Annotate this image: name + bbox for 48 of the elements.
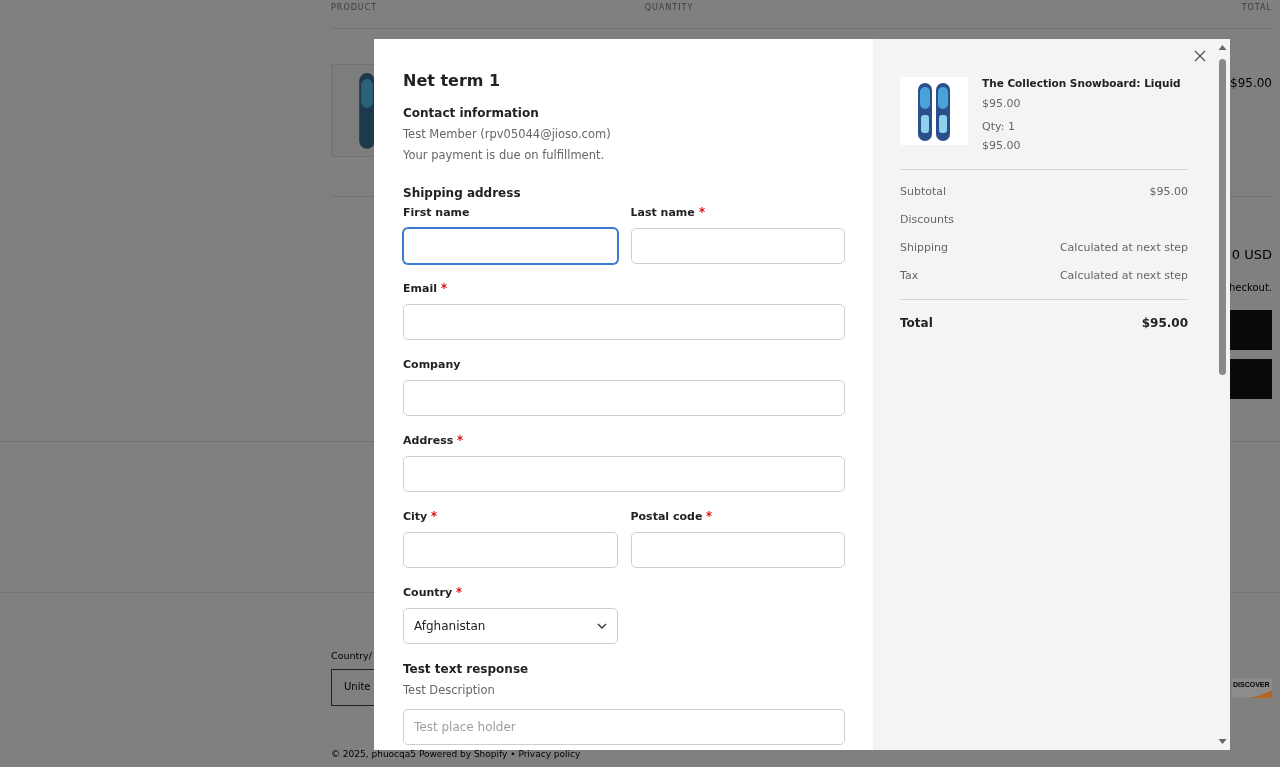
product-quantity: Qty: 1 — [982, 120, 1016, 133]
footer-text: © 2025, phuocqa5 Powered by Shopify • Privacy policy — [331, 749, 581, 759]
scrollbar[interactable] — [1215, 39, 1230, 750]
cart-total: 0 USD — [1231, 247, 1272, 262]
summary-value: Calculated at next step — [1059, 241, 1188, 256]
line-price: $95.00 — [1230, 76, 1272, 90]
payment-button[interactable] — [1230, 359, 1272, 399]
required-icon — [698, 207, 705, 213]
section-heading: Shipping address — [403, 186, 522, 200]
total-label: Total — [900, 316, 933, 330]
text-field[interactable] — [403, 228, 618, 264]
required-icon — [456, 587, 463, 593]
summary-label: Discounts — [900, 213, 955, 228]
required-icon — [431, 511, 438, 517]
contact-text: Your payment is due on fulfillment. — [403, 147, 606, 163]
field-label: Company — [403, 358, 461, 371]
field-label: City — [403, 510, 428, 523]
column-header: QUANTITY — [644, 3, 695, 14]
checkout-button[interactable] — [1230, 310, 1272, 350]
field-label: Last name — [630, 206, 695, 219]
column-header: PRODUCT — [331, 3, 379, 14]
summary-label: Shipping — [900, 241, 948, 256]
field-label: First name — [403, 206, 470, 219]
country-label: Country/ — [331, 650, 372, 661]
product-total: $95.00 — [982, 139, 1022, 152]
country-select[interactable]: Afghanistan — [403, 608, 618, 644]
field-label: Test text response — [403, 662, 530, 676]
field-label: Address — [403, 434, 454, 447]
column-header: TOTAL — [1240, 3, 1272, 14]
required-icon — [440, 283, 447, 289]
product-price: $95.00 — [982, 97, 1022, 110]
section-heading: Contact information — [403, 106, 540, 120]
required-icon — [457, 435, 464, 441]
summary-label: Tax — [900, 269, 919, 284]
contact-text: Test Member (rpv05044@jioso.com) — [403, 126, 612, 142]
field-label: Country — [403, 586, 453, 599]
summary-value: $95.00 — [1149, 185, 1188, 200]
modal-title: Net term 1 — [403, 71, 502, 90]
summary-value: Calculated at next step — [1059, 269, 1188, 284]
checkout-note: heckout. — [1229, 282, 1272, 293]
chevron-down-icon — [597, 623, 607, 629]
field-label: Postal code — [630, 510, 703, 523]
total-value: $95.00 — [1141, 316, 1188, 330]
product-name: The Collection Snowboard: Liquid — [982, 77, 1181, 89]
field-description: Test Description — [403, 682, 496, 698]
field-label: Email — [403, 282, 437, 295]
required-icon — [706, 511, 713, 517]
summary-label: Subtotal — [900, 185, 947, 200]
